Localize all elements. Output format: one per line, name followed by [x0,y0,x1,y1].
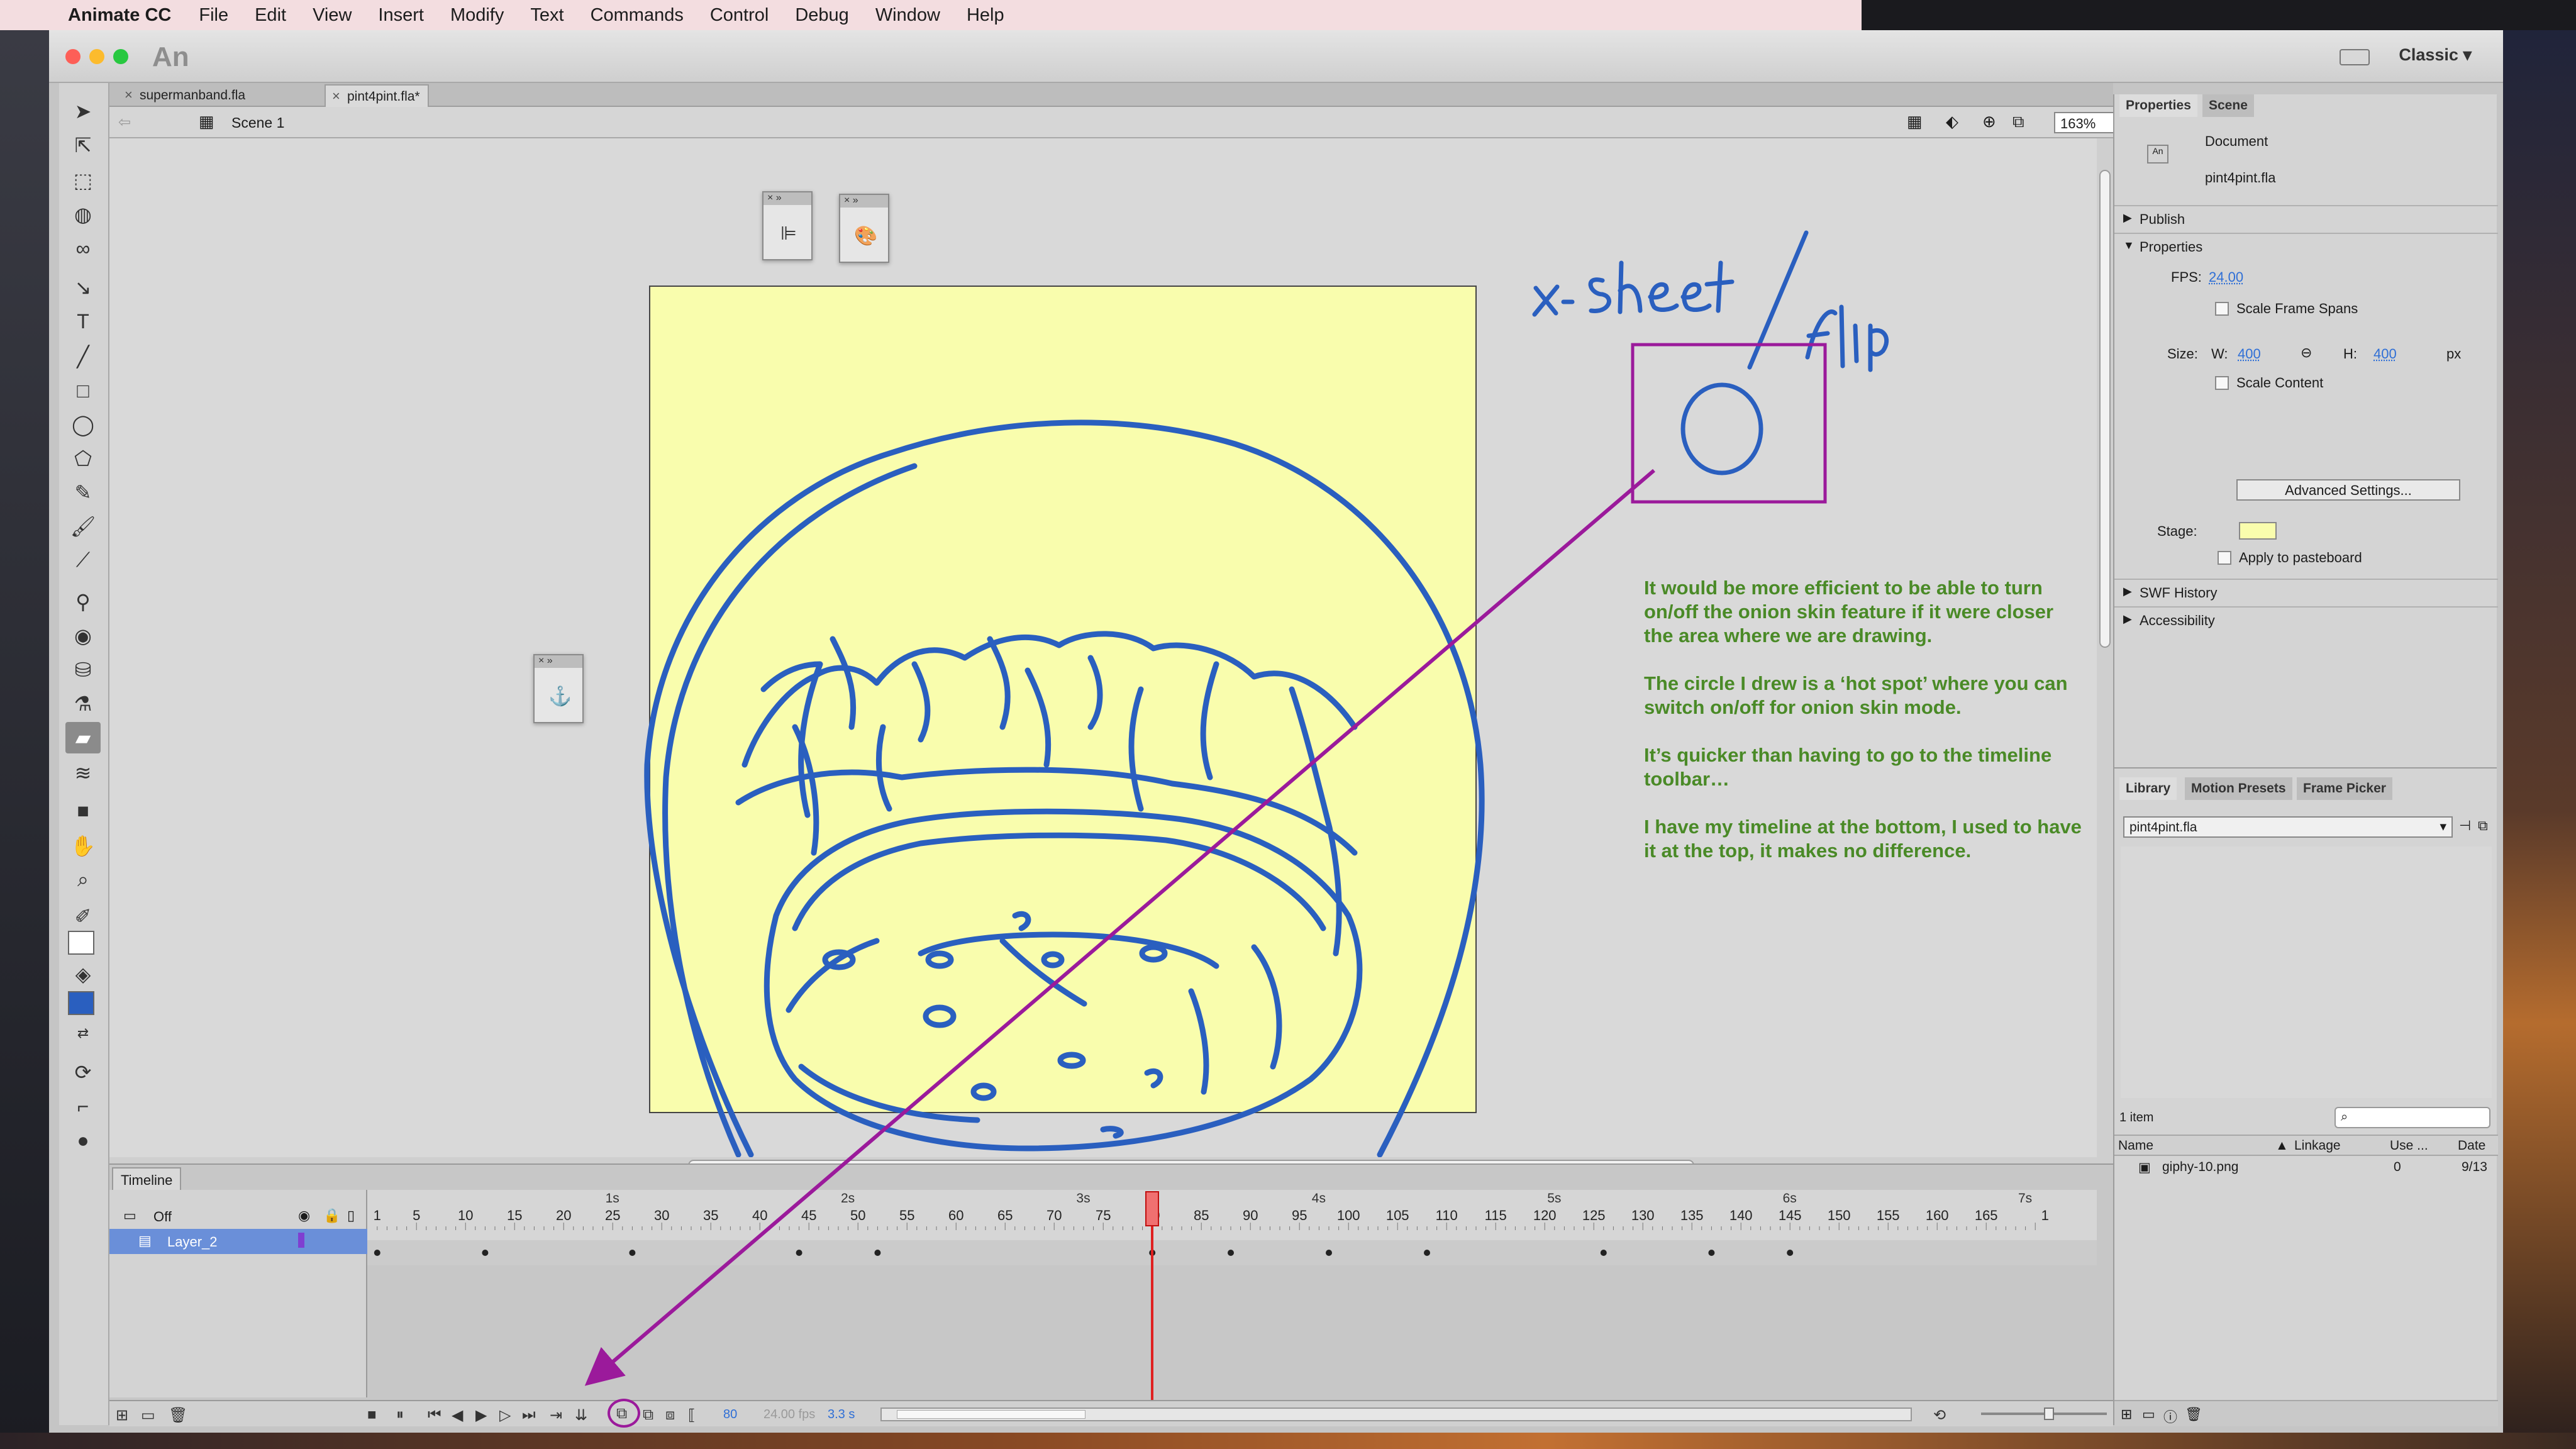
menu-text[interactable]: Text [530,5,564,26]
menu-debug[interactable]: Debug [795,5,848,26]
desktop-background-right [2503,30,2576,1449]
menu-window[interactable]: Window [875,5,940,26]
app-menu[interactable]: Animate CC [68,5,171,26]
annotation-arrow [584,469,1655,1386]
menu-commands[interactable]: Commands [591,5,684,26]
menu-control[interactable]: Control [710,5,769,26]
menu-file[interactable]: File [199,5,228,26]
menu-view[interactable]: View [313,5,352,26]
hotspot-box [1631,343,1827,504]
annotation-overlay [584,230,1889,1386]
desktop-background-left [0,30,49,1449]
menu-help[interactable]: Help [967,5,1004,26]
animate-window: An Classic ▾ ➤ ⇱ ⬚ ◍ ∞ ↘ T ╱ □ ◯ ⬠ ✎ 🖌 ⟋… [49,30,2503,1433]
desktop-background-bottom [0,1433,2576,1449]
menu-modify[interactable]: Modify [450,5,504,26]
handwriting [1532,230,1889,475]
macos-menubar: Animate CC File Edit View Insert Modify … [0,0,1862,30]
menu-insert[interactable]: Insert [378,5,424,26]
menu-edit[interactable]: Edit [255,5,286,26]
